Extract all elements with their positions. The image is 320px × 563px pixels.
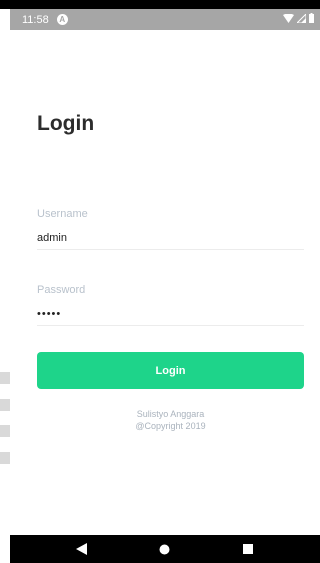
status-bar: 11:58 A (10, 9, 320, 30)
signal-icon (295, 12, 307, 26)
username-field[interactable] (37, 227, 304, 250)
username-label: Username (37, 208, 88, 220)
navigation-bar (10, 535, 320, 563)
recents-square-icon[interactable] (233, 535, 263, 563)
status-time: 11:58 (22, 13, 49, 26)
password-field[interactable] (37, 303, 304, 326)
android-auto-icon: A (56, 14, 68, 25)
footer-author: Sulistyo Anggara (136, 409, 205, 419)
login-screen: Login Username Password Login Sulistyo A… (10, 30, 320, 535)
status-icons (283, 12, 314, 26)
background-stripe (0, 425, 10, 437)
wifi-icon (283, 13, 294, 26)
battery-icon (309, 13, 314, 26)
footer-copyright: @Copyright 2019 (135, 421, 206, 431)
back-triangle-icon[interactable] (67, 535, 97, 563)
background-stripe (0, 452, 10, 464)
home-circle-icon[interactable] (150, 535, 180, 563)
password-label: Password (37, 284, 86, 296)
login-button[interactable]: Login (37, 352, 304, 389)
background-stripe (0, 399, 10, 411)
page-title: Login (37, 112, 95, 135)
footer: Sulistyo Anggara @Copyright 2019 (37, 408, 304, 432)
device-screen: 11:58 A Login Username Password Login Su… (0, 0, 320, 563)
device-frame-top (0, 0, 320, 9)
background-stripe (0, 372, 10, 384)
